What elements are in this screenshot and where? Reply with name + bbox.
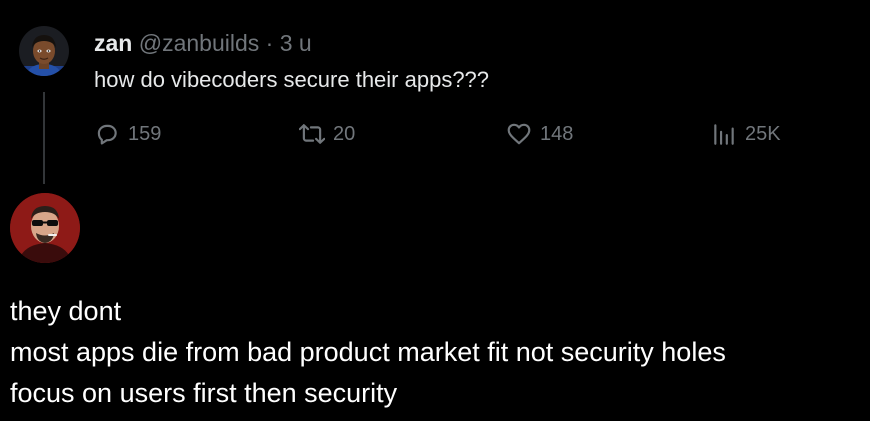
speech-bubble-icon bbox=[97, 124, 117, 145]
thread-connector-line bbox=[43, 92, 45, 184]
like-button[interactable]: 148 bbox=[506, 120, 573, 148]
reply-count: 159 bbox=[128, 122, 162, 145]
tweet-header: zan @zanbuilds · 3 u bbox=[94, 29, 312, 57]
author-handle[interactable]: @zanbuilds bbox=[139, 30, 260, 56]
reply-text: they dont most apps die from bad product… bbox=[10, 291, 726, 414]
retweet-arrows-icon bbox=[299, 124, 325, 144]
like-count: 148 bbox=[540, 122, 574, 145]
header-separator: · bbox=[265, 30, 274, 56]
tweet-text: how do vibecoders secure their apps??? bbox=[94, 67, 490, 92]
view-count: 25K bbox=[745, 122, 781, 145]
avatar-photo bbox=[10, 193, 80, 263]
avatar-illustration bbox=[19, 26, 69, 76]
reply-line: focus on users first then security bbox=[10, 378, 398, 408]
author-avatar[interactable] bbox=[19, 26, 69, 76]
bar-chart-icon bbox=[714, 124, 734, 145]
tweet-timestamp[interactable]: 3 u bbox=[280, 30, 312, 56]
reply-button[interactable]: 159 bbox=[94, 120, 161, 148]
heart-icon bbox=[507, 123, 531, 145]
reply-line: they dont bbox=[10, 296, 122, 326]
author-display-name[interactable]: zan bbox=[94, 30, 132, 56]
reply-line: most apps die from bad product market fi… bbox=[10, 337, 726, 367]
retweet-count: 20 bbox=[333, 122, 356, 145]
reply-author-avatar[interactable] bbox=[10, 193, 80, 263]
views-button[interactable]: 25K bbox=[711, 120, 781, 148]
retweet-button[interactable]: 20 bbox=[299, 120, 355, 148]
